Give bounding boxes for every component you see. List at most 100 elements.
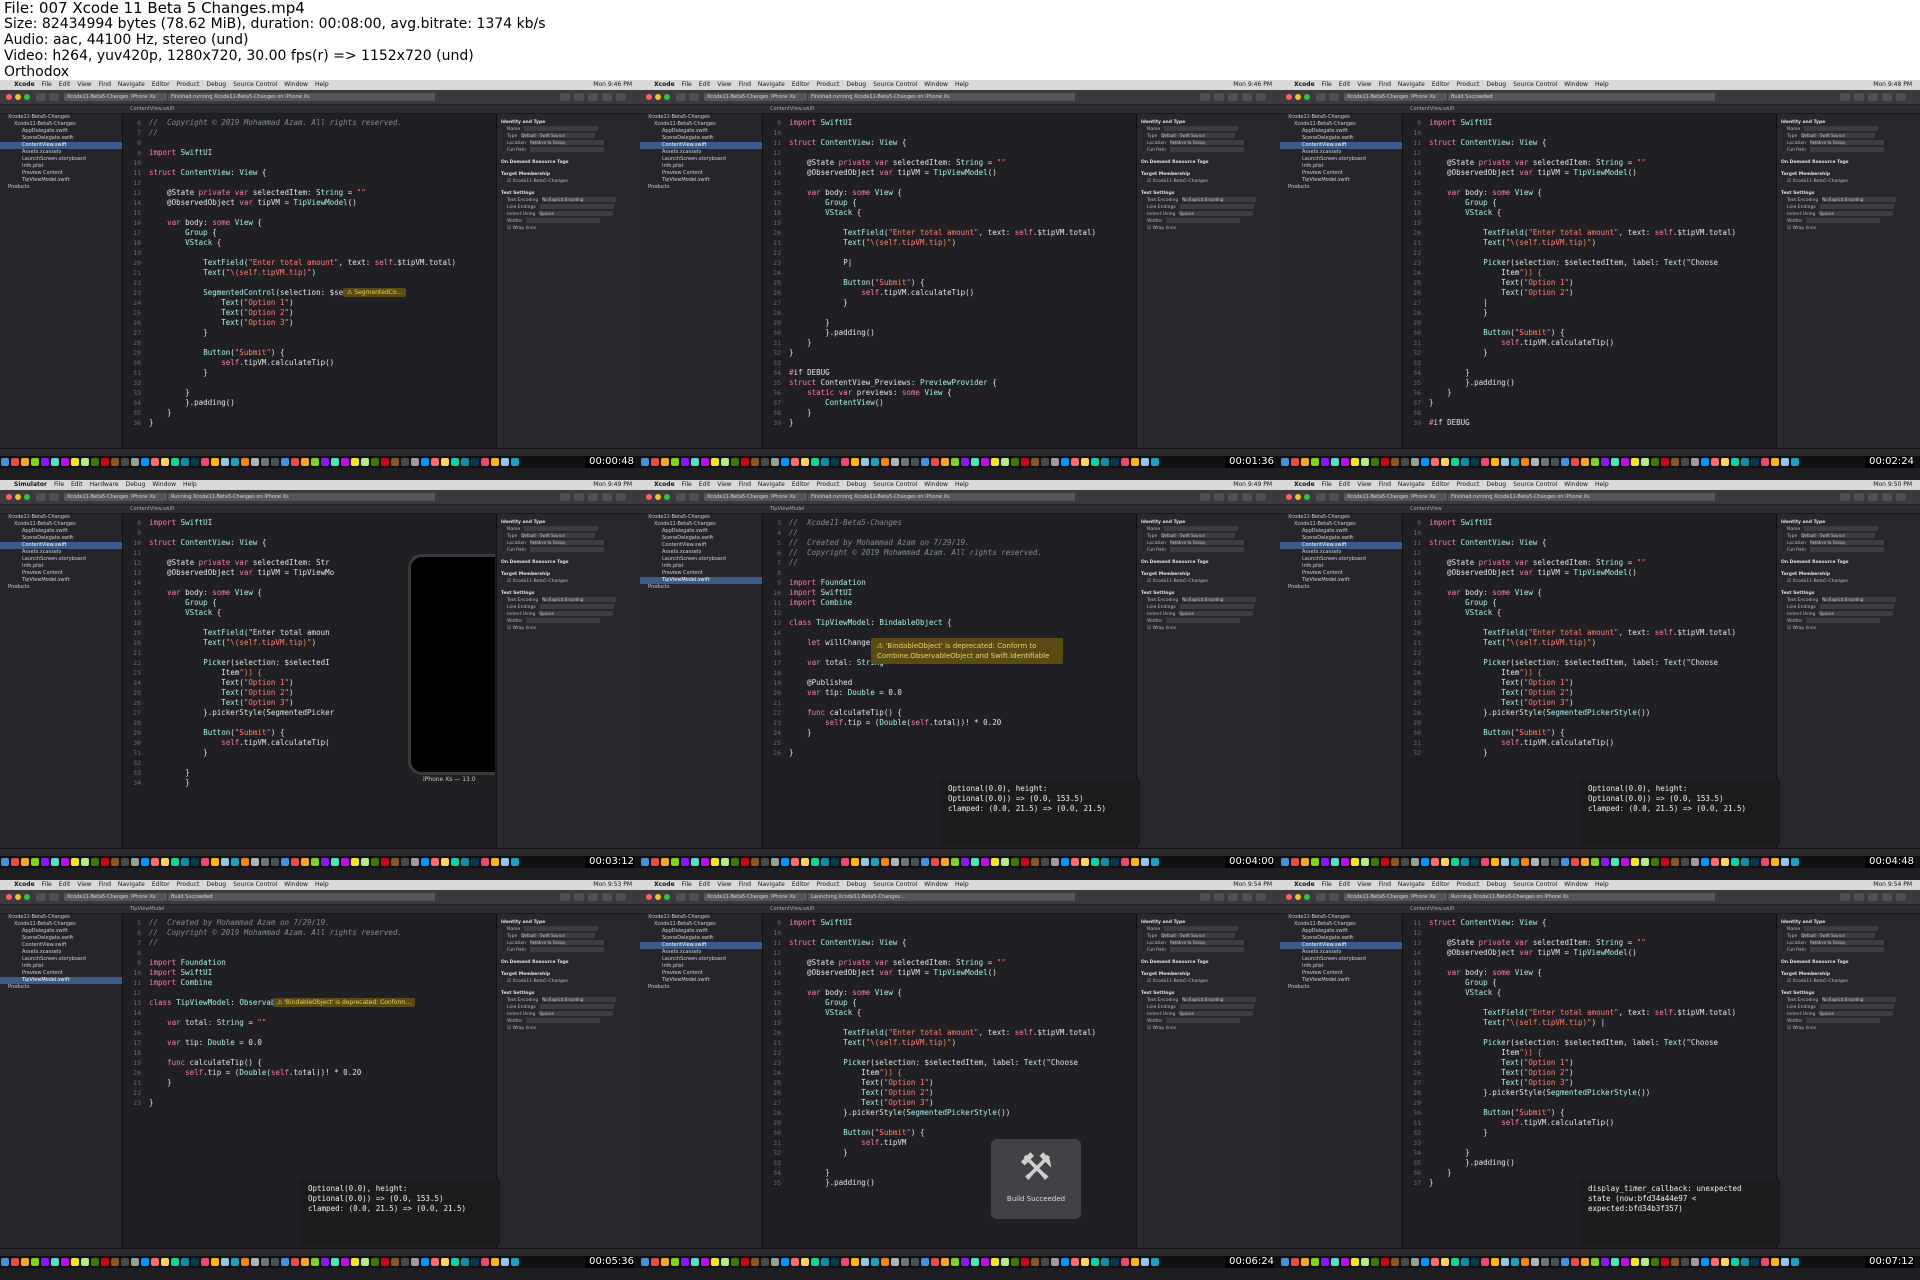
inspector-field[interactable]: No Explicit Encoding — [1822, 597, 1897, 602]
inspector-field[interactable]: No Explicit Encoding — [1822, 997, 1897, 1002]
dock-app-icon[interactable] — [41, 1258, 49, 1266]
dock-app-icon[interactable] — [1331, 1258, 1339, 1266]
zoom-window-button[interactable] — [24, 94, 30, 100]
navigator-item[interactable]: LaunchScreen.storyboard — [640, 956, 762, 963]
menu-item[interactable]: Help — [955, 881, 969, 888]
dock-app-icon[interactable] — [1451, 1258, 1459, 1266]
minimize-window-button[interactable] — [655, 94, 661, 100]
inspector-field[interactable]: Default - Swift Source — [1161, 133, 1236, 138]
dock-app-icon[interactable] — [241, 858, 249, 866]
dock-app-icon[interactable] — [1761, 1258, 1769, 1266]
menu-item[interactable]: View — [1357, 881, 1371, 888]
dock-app-icon[interactable] — [141, 1258, 149, 1266]
dock-app-icon[interactable] — [1441, 858, 1449, 866]
minimize-window-button[interactable] — [15, 94, 21, 100]
editor-mode-button[interactable] — [1256, 93, 1266, 101]
navigator-item[interactable]: AppDelegate.swift — [1280, 928, 1402, 935]
menu-item[interactable]: Help — [955, 481, 969, 488]
dock-app-icon[interactable] — [801, 858, 809, 866]
dock-app-icon[interactable] — [1521, 858, 1529, 866]
navigator-item[interactable]: Info.plist — [640, 563, 762, 570]
dock-app-icon[interactable] — [391, 1258, 399, 1266]
editor-mode-button[interactable] — [1896, 93, 1906, 101]
dock-app-icon[interactable] — [441, 458, 449, 466]
dock-app-icon[interactable] — [1461, 1258, 1469, 1266]
menu-item[interactable]: Help — [1595, 881, 1609, 888]
dock-app-icon[interactable] — [711, 858, 719, 866]
dock-app-icon[interactable] — [91, 1258, 99, 1266]
navigator-item[interactable]: LaunchScreen.storyboard — [0, 956, 122, 963]
dock-app-icon[interactable] — [211, 1258, 219, 1266]
dock-app-icon[interactable] — [291, 1258, 299, 1266]
menu-item[interactable]: File — [682, 481, 692, 488]
dock-app-icon[interactable] — [1761, 458, 1769, 466]
dock-app-icon[interactable] — [931, 458, 939, 466]
dock-app-icon[interactable] — [1591, 858, 1599, 866]
menu-item[interactable]: Source Control — [873, 81, 917, 88]
dock-app-icon[interactable] — [1501, 1258, 1509, 1266]
menu-item[interactable]: Find — [739, 881, 751, 888]
menu-item[interactable]: Help — [183, 481, 197, 488]
dock-app-icon[interactable] — [1081, 858, 1089, 866]
navigator-item[interactable]: Preview Content — [1280, 970, 1402, 977]
target-membership-item[interactable]: ☑ Xcode11-Beta5-Changes — [497, 578, 640, 585]
dock-app-icon[interactable] — [511, 858, 519, 866]
menu-item[interactable]: File — [682, 81, 692, 88]
code-editor[interactable]: 9 10 11 12 13 14 15 16 17 18 19 20 21 22 23 24 25 26 27 28 2… — [1403, 114, 1775, 448]
editor-mode-button[interactable] — [574, 93, 584, 101]
dock-app-icon[interactable] — [61, 458, 69, 466]
dock-app-icon[interactable] — [851, 458, 859, 466]
dock-app-icon[interactable] — [871, 858, 879, 866]
editor-mode-button[interactable] — [616, 93, 626, 101]
device-selector[interactable]: iPhone Xs — [768, 893, 807, 901]
navigator-item[interactable]: Info.plist — [1280, 563, 1402, 570]
code-editor[interactable]: 6 7 8 9 10 11 12 13 14 15 16 17 18 19 20 21 22 23 24 25 26 27… — [123, 114, 495, 448]
navigator-item[interactable]: Products — [640, 584, 762, 591]
menu-item[interactable]: Xcode — [1294, 881, 1315, 888]
menu-item[interactable]: Edit — [1339, 481, 1351, 488]
minimize-window-button[interactable] — [15, 494, 21, 500]
dock-app-icon[interactable] — [941, 458, 949, 466]
inspector-field[interactable] — [539, 204, 614, 209]
inspector-field[interactable]: No Explicit Encoding — [1822, 197, 1897, 202]
dock-app-icon[interactable] — [281, 858, 289, 866]
menu-item[interactable]: File — [1322, 81, 1332, 88]
scheme-selector[interactable]: Xcode11-Beta5-Changes — [64, 93, 129, 101]
dock-app-icon[interactable] — [1291, 458, 1299, 466]
menu-item[interactable]: Navigate — [758, 481, 785, 488]
dock-app-icon[interactable] — [911, 458, 919, 466]
dock-app-icon[interactable] — [351, 858, 359, 866]
wrap-lines-checkbox[interactable]: ☑ Wrap lines — [1777, 625, 1920, 632]
dock-app-icon[interactable] — [831, 858, 839, 866]
device-selector[interactable]: iPhone Xs — [1408, 893, 1447, 901]
dock-app-icon[interactable] — [681, 458, 689, 466]
jump-bar-path[interactable]: ContentView.swift — [1410, 106, 1455, 112]
jump-bar-path[interactable]: TipViewModel — [770, 506, 804, 512]
dock-app-icon[interactable] — [1651, 1258, 1659, 1266]
menu-item[interactable]: Editor — [1432, 481, 1450, 488]
dock-app-icon[interactable] — [1561, 1258, 1569, 1266]
dock-app-icon[interactable] — [1101, 458, 1109, 466]
menu-item[interactable]: Window — [924, 881, 948, 888]
navigator-item[interactable]: Assets.xcassets — [640, 549, 762, 556]
menu-item[interactable]: Editor — [152, 881, 170, 888]
dock-app-icon[interactable] — [871, 458, 879, 466]
navigator-item[interactable]: AppDelegate.swift — [640, 928, 762, 935]
dock-app-icon[interactable] — [351, 458, 359, 466]
navigator-item[interactable]: Xcode11-Beta5-Changes — [640, 114, 762, 121]
dock-app-icon[interactable] — [101, 1258, 109, 1266]
dock-app-icon[interactable] — [1521, 1258, 1529, 1266]
navigator-item[interactable]: Info.plist — [0, 163, 122, 170]
dock-app-icon[interactable] — [1671, 1258, 1679, 1266]
editor-mode-button[interactable] — [560, 893, 570, 901]
dock-app-icon[interactable] — [441, 858, 449, 866]
dock-app-icon[interactable] — [511, 1258, 519, 1266]
jump-bar-path[interactable]: ContentView — [1410, 506, 1442, 512]
dock-app-icon[interactable] — [661, 1258, 669, 1266]
dock-app-icon[interactable] — [1081, 1258, 1089, 1266]
menu-item[interactable]: View — [717, 81, 731, 88]
dock-app-icon[interactable] — [641, 1258, 649, 1266]
zoom-window-button[interactable] — [1304, 94, 1310, 100]
close-window-button[interactable] — [6, 94, 12, 100]
dock-app-icon[interactable] — [881, 858, 889, 866]
